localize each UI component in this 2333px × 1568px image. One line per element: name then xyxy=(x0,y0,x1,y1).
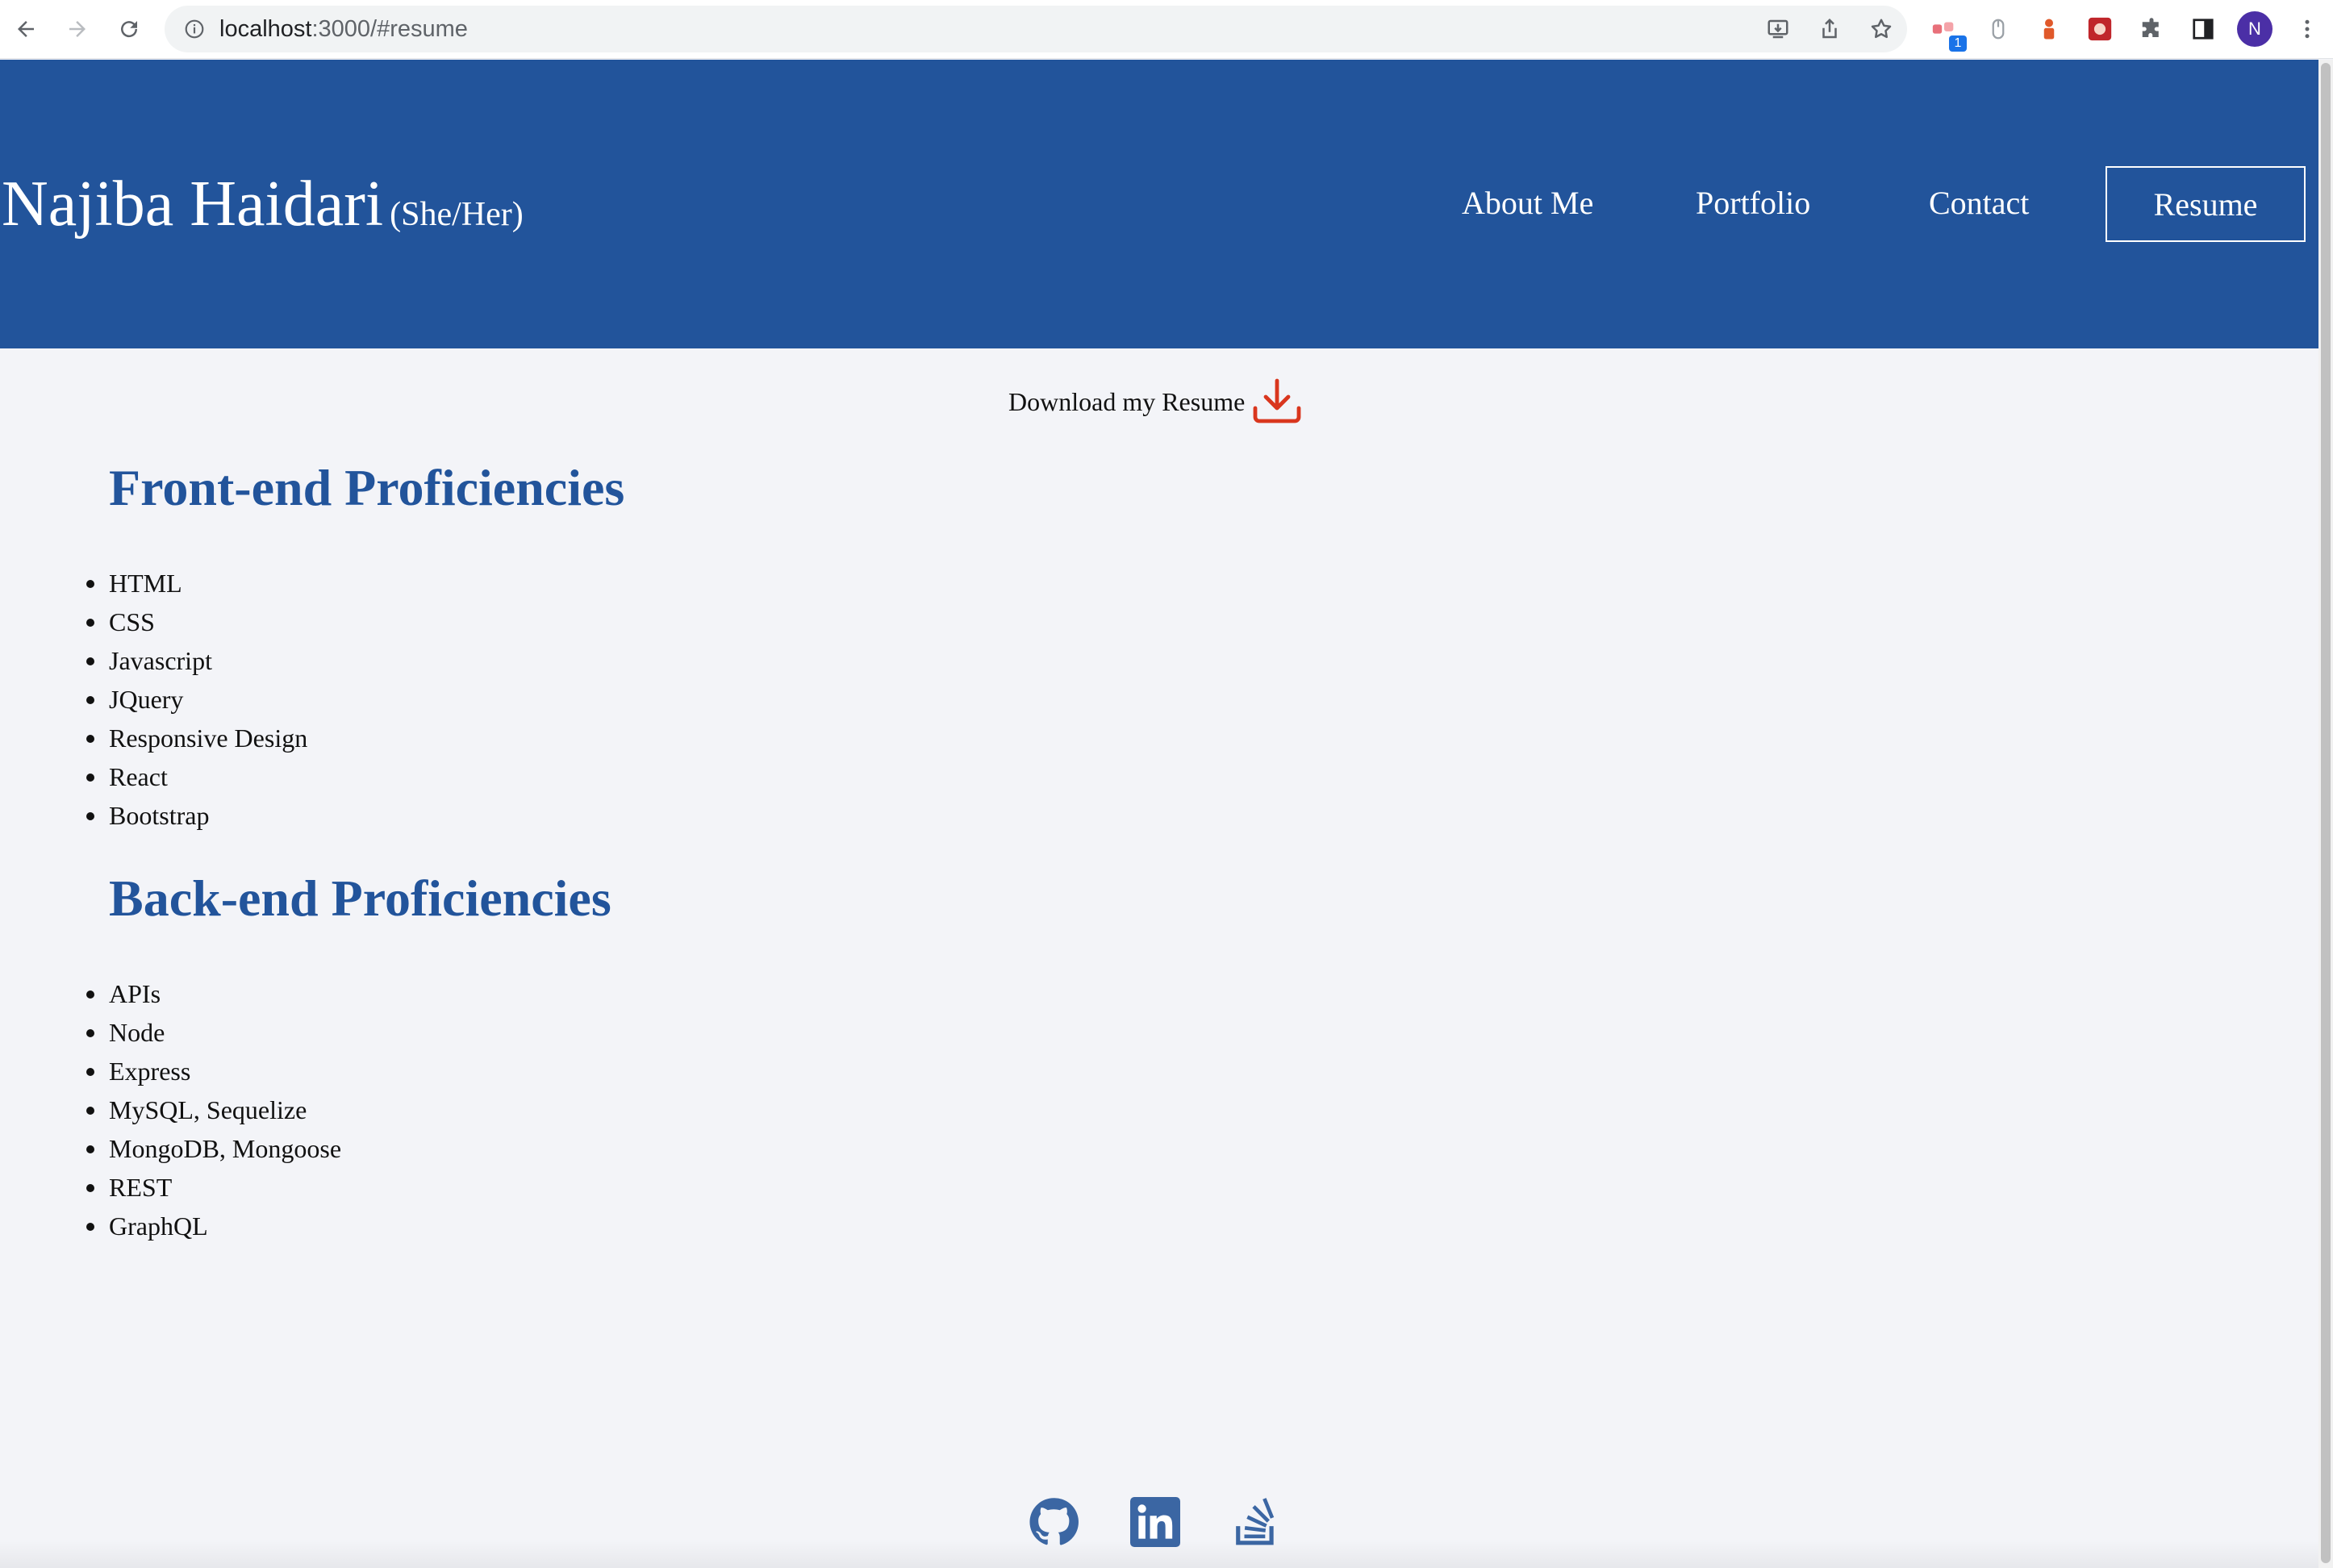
bottom-fade xyxy=(0,1541,2318,1568)
list-item: MySQL, Sequelize xyxy=(86,1091,341,1129)
address-bar[interactable]: localhost:3000/#resume xyxy=(165,6,1907,52)
frontend-skill-list: HTML CSS Javascript JQuery Responsive De… xyxy=(86,564,307,835)
nav-about-me[interactable]: About Me xyxy=(1462,184,1593,222)
list-item: Express xyxy=(86,1052,341,1091)
forward-arrow-icon xyxy=(69,21,86,37)
nav-resume-active[interactable]: Resume xyxy=(2106,166,2306,242)
list-item: Javascript xyxy=(86,641,307,680)
extension-mouse-icon[interactable] xyxy=(1980,11,2016,47)
nav-contact[interactable]: Contact xyxy=(1929,184,2029,222)
pronouns: (She/Her) xyxy=(390,196,524,233)
list-item: HTML xyxy=(86,564,307,603)
owner-name-text: Najiba Haidari xyxy=(2,169,384,240)
install-app-icon[interactable] xyxy=(1760,11,1796,47)
forward-button[interactable] xyxy=(60,11,95,47)
list-item: React xyxy=(86,757,307,796)
download-resume-link[interactable]: Download my Resume xyxy=(1008,377,1303,426)
url-host: localhost xyxy=(219,15,312,42)
reload-button[interactable] xyxy=(111,11,147,47)
frontend-heading: Front-end Proficiencies xyxy=(109,459,625,516)
browser-toolbar: localhost:3000/#resume 1 N xyxy=(0,0,2333,59)
list-item: JQuery xyxy=(86,680,307,719)
extension-figure-icon[interactable] xyxy=(2031,11,2067,47)
reload-icon xyxy=(121,21,138,38)
list-item: Bootstrap xyxy=(86,796,307,835)
bookmark-star-icon[interactable] xyxy=(1863,11,1899,47)
share-icon[interactable] xyxy=(1812,11,1847,47)
download-resume-label: Download my Resume xyxy=(1008,386,1246,416)
back-button[interactable] xyxy=(8,11,44,47)
extension-puzzle-color-icon[interactable]: 1 xyxy=(1926,11,1967,52)
extensions-puzzle-icon[interactable] xyxy=(2134,11,2169,47)
nav-portfolio[interactable]: Portfolio xyxy=(1696,184,1810,222)
site-owner-name: Najiba Haidari (She/Her) xyxy=(2,165,524,253)
download-icon xyxy=(1253,378,1301,423)
browser-menu-kebab-icon[interactable] xyxy=(2289,11,2325,47)
side-panel-icon[interactable] xyxy=(2185,11,2221,47)
list-item: REST xyxy=(86,1168,341,1207)
page-scrollbar-thumb[interactable] xyxy=(2321,63,2331,1563)
url-path: :3000/#resume xyxy=(311,15,468,42)
extension-badge: 1 xyxy=(1949,35,1967,52)
list-item: Node xyxy=(86,1013,341,1052)
list-item: APIs xyxy=(86,974,341,1013)
back-arrow-icon xyxy=(18,21,34,37)
list-item: MongoDB, Mongoose xyxy=(86,1129,341,1168)
backend-heading: Back-end Proficiencies xyxy=(109,869,611,927)
profile-avatar[interactable]: N xyxy=(2237,11,2272,47)
extension-red-square-icon[interactable] xyxy=(2082,11,2118,47)
site-info-icon[interactable] xyxy=(181,15,208,43)
backend-skill-list: APIs Node Express MySQL, Sequelize Mongo… xyxy=(86,974,341,1245)
list-item: GraphQL xyxy=(86,1207,341,1245)
list-item: Responsive Design xyxy=(86,719,307,757)
list-item: CSS xyxy=(86,603,307,641)
